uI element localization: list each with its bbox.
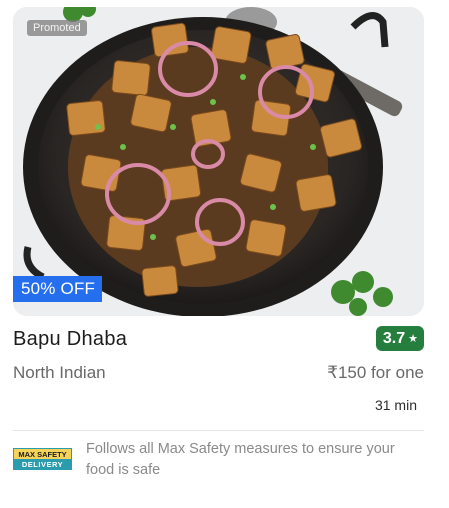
- delivery-time: 31 min: [374, 397, 417, 413]
- divider: [13, 430, 424, 431]
- promoted-tag: Promoted: [27, 20, 87, 36]
- food-image[interactable]: Promoted 50% OFF: [13, 7, 424, 316]
- paneer-dish-illustration: [13, 7, 424, 316]
- rating-value: 3.7: [382, 329, 406, 347]
- rating-badge: 3.7 ★: [375, 326, 424, 351]
- cuisine-label: North Indian: [13, 363, 106, 382]
- restaurant-name[interactable]: Bapu Dhaba: [13, 328, 127, 351]
- max-safety-delivery-badge: MAX SAFETY DELIVERY: [13, 448, 72, 470]
- safety-text: Follows all Max Safety measures to ensur…: [86, 441, 395, 478]
- restaurant-card[interactable]: Promoted 50% OFF Bapu Dhaba 3.7 ★ North …: [0, 0, 449, 508]
- star-icon: ★: [408, 333, 418, 345]
- offer-badge: 50% OFF: [13, 276, 103, 302]
- badge-top-text: MAX SAFETY: [13, 448, 72, 459]
- badge-bottom-text: DELIVERY: [13, 459, 72, 470]
- price-for-one: ₹150 for one: [327, 363, 424, 382]
